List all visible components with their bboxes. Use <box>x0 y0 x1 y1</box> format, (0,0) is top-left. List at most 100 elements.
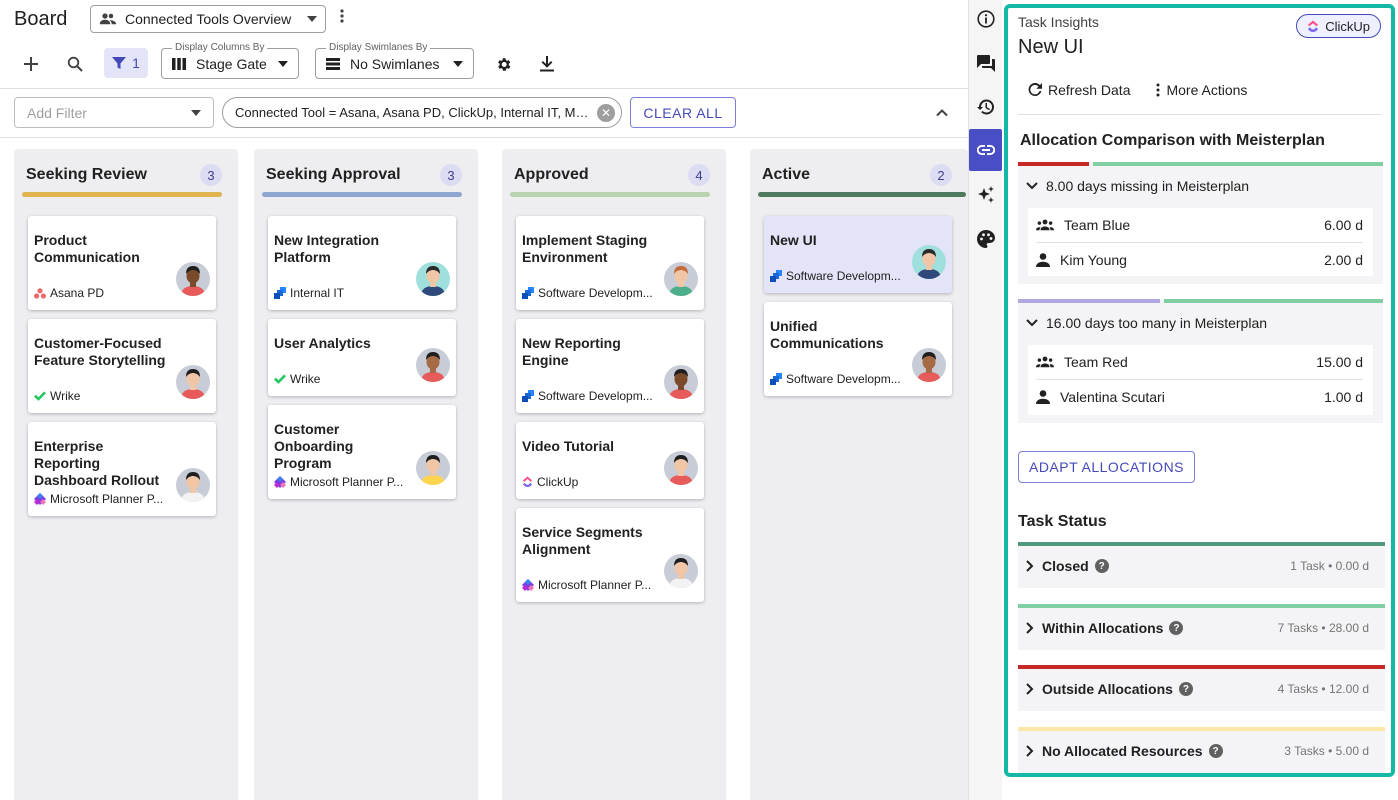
avatar <box>664 365 698 399</box>
task-card-tool: Software Developm... <box>522 389 662 403</box>
refresh-data-button[interactable]: Refresh Data <box>1028 82 1130 98</box>
column-title: Active <box>762 166 811 183</box>
history-icon[interactable] <box>971 92 1001 122</box>
remove-filter-icon[interactable]: ✕ <box>597 103 615 122</box>
chevron-right-icon <box>1026 683 1034 695</box>
avatar <box>176 365 210 399</box>
allocation-group-toggle[interactable]: 16.00 days too many in Meisterplan <box>1026 315 1267 331</box>
clear-all-button[interactable]: CLEAR ALL <box>630 97 736 128</box>
help-icon[interactable]: ? <box>1169 621 1184 635</box>
columns-select[interactable]: Display Columns By Stage Gate <box>161 42 299 79</box>
view-selector[interactable]: Connected Tools Overview <box>90 5 326 33</box>
status-row: Within Allocations? 7 Tasks • 28.00 d <box>1026 616 1369 640</box>
more-actions-button[interactable]: More Actions <box>1156 82 1247 98</box>
search-icon[interactable] <box>61 50 89 78</box>
task-card[interactable]: New Reporting Engine Software Developm... <box>516 319 704 413</box>
task-card-tool-label: Asana PD <box>50 286 105 300</box>
column-title: Seeking Approval <box>266 166 401 183</box>
column-color-bar <box>758 192 966 197</box>
caret-down-icon <box>191 109 201 116</box>
task-card-tool: ClickUp <box>522 475 662 489</box>
allocation-name: Kim Young <box>1060 251 1127 268</box>
task-card[interactable]: Video Tutorial ClickUp <box>516 422 704 499</box>
task-card-tool-label: Microsoft Planner P... <box>290 475 404 489</box>
allocation-row: Team Blue 6.00 d <box>1036 208 1363 241</box>
sparkle-icon[interactable] <box>971 180 1001 210</box>
filter-icon <box>112 57 127 69</box>
task-card-title: Implement Staging Environment <box>522 232 648 265</box>
task-card-title: New UI <box>770 232 817 248</box>
jira-icon <box>770 270 782 282</box>
link-icon[interactable] <box>969 129 1002 171</box>
download-icon[interactable] <box>533 50 561 78</box>
task-card-tool-label: Wrike <box>50 389 81 403</box>
allocation-row: Valentina Scutari 1.00 d <box>1036 380 1363 413</box>
column-title: Approved <box>514 166 589 183</box>
chevron-up-icon[interactable] <box>934 105 950 121</box>
task-card-tool-label: Internal IT <box>290 286 345 300</box>
status-meta: 1 Task • 0.00 d <box>1290 559 1369 573</box>
task-card-title: Video Tutorial <box>522 438 615 454</box>
task-card-title: Enterprise Reporting Dashboard Rollout <box>34 438 160 488</box>
column-count-badge: 2 <box>930 164 952 186</box>
allocation-name: Valentina Scutari <box>1060 388 1165 405</box>
filter-button[interactable]: 1 <box>104 48 148 78</box>
task-card-tool-label: Software Developm... <box>786 269 901 283</box>
person-icon <box>1036 389 1050 404</box>
page-title: Board <box>14 8 68 30</box>
gear-icon[interactable] <box>489 50 517 78</box>
add-icon[interactable] <box>17 50 45 78</box>
help-icon[interactable]: ? <box>1208 744 1223 758</box>
allocation-value: 2.00 d <box>1324 251 1363 268</box>
column-title: Seeking Review <box>26 166 147 183</box>
column: Active 2 New UI Software Developm... Unified… <box>750 149 968 800</box>
swimlanes-select-label: Display Swimlanes By <box>326 42 431 53</box>
comments-icon[interactable] <box>971 48 1001 78</box>
allocation-group-toggle[interactable]: 8.00 days missing in Meisterplan <box>1026 178 1249 194</box>
task-card-tool-label: Wrike <box>290 372 321 386</box>
task-card[interactable]: Enterprise Reporting Dashboard Rollout Mi… <box>28 422 216 516</box>
microsoft-planner-icon <box>34 493 46 505</box>
active-filter-chip[interactable]: Connected Tool = Asana, Asana PD, ClickU… <box>222 97 622 128</box>
clickup-icon <box>522 476 533 488</box>
chevron-right-icon <box>1026 560 1034 572</box>
task-card[interactable]: New UI Software Developm... <box>764 216 952 293</box>
help-icon[interactable]: ? <box>1178 682 1193 696</box>
avatar <box>664 554 698 588</box>
task-card-tool: Asana PD <box>34 286 174 300</box>
column: Seeking Approval 3 New Integration Platfor… <box>254 149 478 800</box>
swimlanes-select[interactable]: Display Swimlanes By No Swimlanes <box>315 42 474 79</box>
allocation-name: Team Red <box>1064 353 1128 370</box>
adapt-allocations-button[interactable]: ADAPT ALLOCATIONS <box>1018 451 1195 483</box>
status-row: Outside Allocations? 4 Tasks • 12.00 d <box>1026 677 1369 701</box>
status-group[interactable]: Closed? 1 Task • 0.00 d <box>1018 542 1385 588</box>
status-row: No Allocated Resources? 3 Tasks • 5.00 d <box>1026 739 1369 763</box>
task-card[interactable]: Customer-Focused Feature Storytelling Wri… <box>28 319 216 413</box>
status-group[interactable]: Within Allocations? 7 Tasks • 28.00 d <box>1018 604 1385 650</box>
jira-icon <box>770 373 782 385</box>
more-options-icon[interactable] <box>335 9 349 29</box>
task-card-title: Customer-Focused Feature Storytelling <box>34 335 166 368</box>
column-color-bar <box>510 192 710 197</box>
divider <box>1018 114 1381 115</box>
task-card[interactable]: Product Communication Asana PD <box>28 216 216 310</box>
palette-icon[interactable] <box>971 224 1001 254</box>
status-group[interactable]: No Allocated Resources? 3 Tasks • 5.00 d <box>1018 727 1385 773</box>
task-card[interactable]: Implement Staging Environment Software De… <box>516 216 704 310</box>
help-icon[interactable]: ? <box>1094 559 1109 573</box>
task-card[interactable]: Customer Onboarding Program Microsoft Pla… <box>268 405 456 499</box>
column-header: Seeking Review 3 <box>26 163 222 187</box>
task-card[interactable]: Service Segments Alignment Microsoft Plan… <box>516 508 704 602</box>
status-group[interactable]: Outside Allocations? 4 Tasks • 12.00 d <box>1018 665 1385 711</box>
side-rail <box>968 0 1002 800</box>
allocation-bars <box>1018 162 1383 166</box>
toolbar: 1 Display Columns By Stage Gate Display … <box>0 40 968 86</box>
task-card-title: Product Communication <box>34 232 140 265</box>
task-card[interactable]: Unified Communications Software Developm.… <box>764 302 952 396</box>
clickup-badge[interactable]: ClickUp <box>1296 14 1381 38</box>
status-color-bar <box>1018 727 1385 731</box>
task-card[interactable]: User Analytics Wrike <box>268 319 456 396</box>
info-icon[interactable] <box>971 4 1001 34</box>
add-filter-input[interactable]: Add Filter <box>14 97 214 128</box>
task-card[interactable]: New Integration Platform Internal IT <box>268 216 456 310</box>
